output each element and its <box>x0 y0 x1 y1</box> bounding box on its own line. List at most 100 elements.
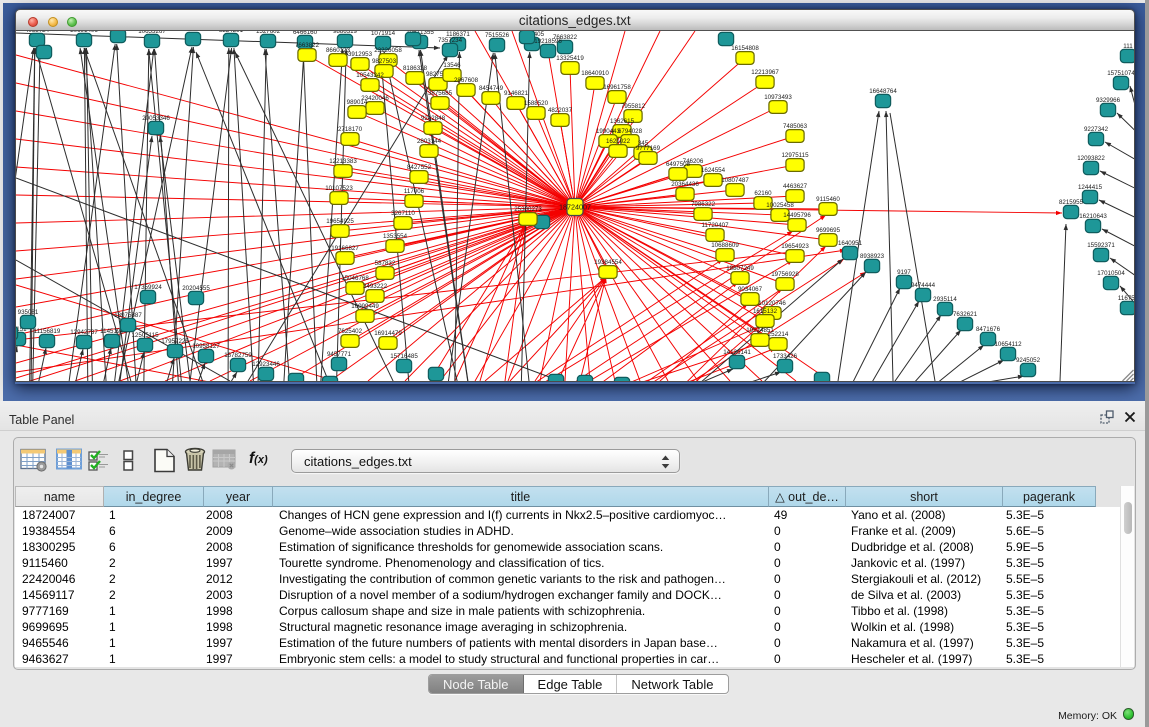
svg-text:7357234: 7357234 <box>437 37 462 44</box>
svg-text:1615132: 1615132 <box>752 308 777 315</box>
svg-text:2064973: 2064973 <box>180 31 205 33</box>
svg-text:9227342: 9227342 <box>1083 126 1108 133</box>
svg-text:18724007: 18724007 <box>559 203 591 212</box>
svg-text:16961758: 16961758 <box>603 84 631 91</box>
svg-text:16782759: 16782759 <box>224 352 252 359</box>
svg-text:1990443: 1990443 <box>595 128 620 135</box>
svg-text:16154808: 16154808 <box>731 45 759 52</box>
svg-text:9115460: 9115460 <box>816 196 840 203</box>
svg-text:15592371: 15592371 <box>1087 242 1115 249</box>
svg-text:19384554: 19384554 <box>594 259 622 266</box>
svg-text:9474444: 9474444 <box>910 282 935 289</box>
svg-text:12942737: 12942737 <box>70 329 98 336</box>
svg-text:9197: 9197 <box>897 269 911 276</box>
svg-text:16648764: 16648764 <box>869 88 897 95</box>
svg-text:9242848: 9242848 <box>420 115 445 122</box>
svg-text:2867608: 2867608 <box>453 77 478 84</box>
svg-text:10120746: 10120746 <box>758 300 786 307</box>
svg-text:7955812: 7955812 <box>620 103 645 110</box>
svg-text:19756928: 19756928 <box>771 271 799 278</box>
svg-text:2718170: 2718170 <box>337 126 362 133</box>
svg-text:6466160: 6466160 <box>292 31 317 36</box>
svg-text:9329966: 9329966 <box>1095 97 1120 104</box>
svg-text:1353554: 1353554 <box>382 233 407 240</box>
svg-text:15716485: 15716485 <box>390 353 418 360</box>
svg-text:13546: 13546 <box>443 62 461 69</box>
svg-text:1244415: 1244415 <box>1077 184 1102 191</box>
svg-text:20364436: 20364436 <box>671 181 699 188</box>
svg-text:7632621: 7632621 <box>952 311 977 318</box>
svg-text:11720407: 11720407 <box>701 222 729 229</box>
svg-text:935081: 935081 <box>17 309 38 316</box>
svg-text:62160: 62160 <box>754 190 772 197</box>
svg-text:9699695: 9699695 <box>815 227 840 234</box>
svg-text:16099449: 16099449 <box>351 303 379 310</box>
svg-text:8471676: 8471676 <box>975 326 1000 333</box>
svg-text:1733426: 1733426 <box>772 353 797 360</box>
svg-text:16033809: 16033809 <box>399 31 427 33</box>
svg-text:587832: 587832 <box>374 260 395 267</box>
svg-text:13975887: 13975887 <box>114 312 142 319</box>
svg-text:117006: 117006 <box>403 188 424 195</box>
svg-text:4822037: 4822037 <box>547 107 572 114</box>
svg-text:9146821: 9146821 <box>503 90 528 97</box>
svg-text:3493222: 3493222 <box>362 283 387 290</box>
svg-text:10107523: 10107523 <box>325 185 353 192</box>
svg-text:14136141: 14136141 <box>723 349 751 356</box>
svg-text:10688609: 10688609 <box>711 242 739 249</box>
svg-text:7485063: 7485063 <box>782 123 807 130</box>
svg-text:12505115: 12505115 <box>131 332 159 339</box>
svg-text:11156819: 11156819 <box>33 328 60 335</box>
svg-text:7515526: 7515526 <box>484 32 509 39</box>
svg-text:1527602: 1527602 <box>255 31 280 35</box>
svg-text:25300273: 25300273 <box>514 206 542 213</box>
svg-text:8938923: 8938923 <box>859 253 884 260</box>
svg-text:10025458: 10025458 <box>766 202 794 209</box>
svg-text:8454749: 8454749 <box>478 85 503 92</box>
svg-text:15751074: 15751074 <box>1107 70 1134 77</box>
svg-text:4055724: 4055724 <box>24 31 49 34</box>
svg-text:7986322: 7986322 <box>690 201 715 208</box>
svg-text:15046768: 15046768 <box>341 275 369 282</box>
svg-text:1624554: 1624554 <box>700 167 725 174</box>
svg-text:9827503: 9827503 <box>371 58 396 65</box>
svg-text:7663822: 7663822 <box>294 42 319 49</box>
svg-text:20691406: 20691406 <box>70 31 98 34</box>
svg-text:19218596: 19218596 <box>534 38 562 45</box>
svg-text:2087682: 2087682 <box>713 31 738 33</box>
svg-text:3875685: 3875685 <box>427 90 452 97</box>
svg-text:12923446: 12923446 <box>252 361 280 368</box>
svg-text:8215955: 8215955 <box>1058 199 1083 206</box>
svg-text:3267110: 3267110 <box>391 210 415 217</box>
svg-text:1621022: 1621022 <box>605 138 630 145</box>
svg-text:23226058: 23226058 <box>374 47 402 54</box>
svg-text:9777169: 9777169 <box>635 145 660 152</box>
svg-text:7625402: 7625402 <box>337 328 362 335</box>
svg-text:20053346: 20053346 <box>142 115 170 122</box>
svg-text:9034067: 9034067 <box>737 286 762 293</box>
svg-text:111: 111 <box>1123 43 1133 50</box>
svg-text:10973493: 10973493 <box>764 94 792 101</box>
svg-text:1588520: 1588520 <box>523 100 548 107</box>
svg-text:9886319: 9886319 <box>332 31 357 35</box>
svg-text:1362615: 1362615 <box>609 118 634 125</box>
svg-text:6794028: 6794028 <box>617 128 642 135</box>
svg-text:12213383: 12213383 <box>329 158 357 165</box>
svg-text:6497508: 6497508 <box>665 161 690 168</box>
svg-text:19654923: 19654923 <box>781 243 809 250</box>
svg-text:3912953: 3912953 <box>347 51 372 58</box>
svg-text:4463627: 4463627 <box>782 183 807 190</box>
svg-text:2935114: 2935114 <box>933 296 957 303</box>
svg-text:17010504: 17010504 <box>1097 270 1125 277</box>
svg-text:10958127: 10958127 <box>192 343 220 350</box>
svg-text:1071914: 1071914 <box>370 31 395 37</box>
svg-text:12213967: 12213967 <box>751 69 779 76</box>
svg-text:10654112: 10654112 <box>994 341 1022 348</box>
svg-text:989014: 989014 <box>346 99 367 106</box>
svg-text:13325419: 13325419 <box>556 55 584 62</box>
svg-text:17359924: 17359924 <box>134 284 162 291</box>
svg-text:16914479: 16914479 <box>374 330 402 337</box>
svg-text:8660123: 8660123 <box>325 47 350 54</box>
svg-text:8186328: 8186328 <box>402 65 427 72</box>
svg-text:19654925: 19654925 <box>326 218 354 225</box>
